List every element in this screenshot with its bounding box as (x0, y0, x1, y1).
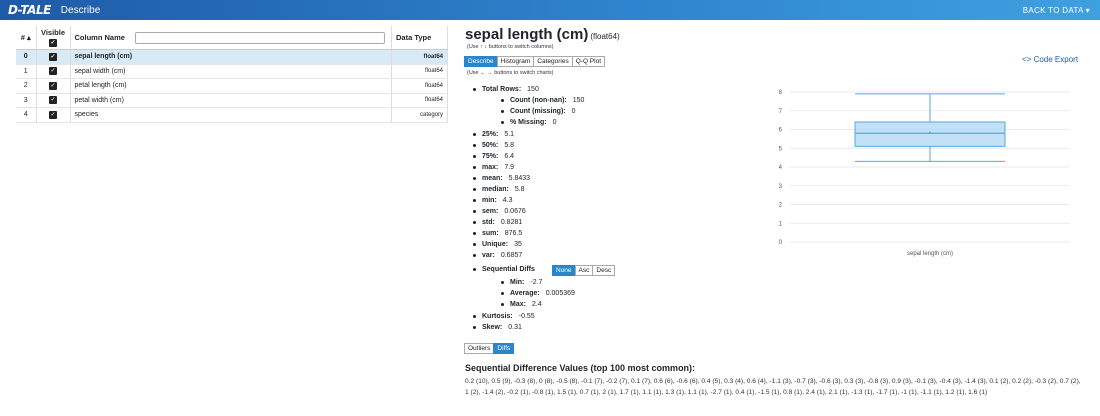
row-column-name: species (70, 107, 392, 123)
data-type-header: Data Type (391, 26, 448, 50)
row-data-type: category (391, 107, 448, 123)
column-name-filter-input[interactable] (134, 31, 385, 44)
mean-marker (929, 131, 931, 134)
switch-charts-hint: (Use ← → buttons to switch charts) (467, 70, 554, 76)
y-tick-label: 4 (779, 165, 783, 171)
y-tick-label: 2 (779, 203, 783, 209)
dtale-logo: D-TALE (8, 3, 51, 17)
stat-pct-missing: % Missing: 0 (501, 119, 556, 126)
code-export-button[interactable]: <> Code Export (1022, 55, 1078, 64)
x-category-label: sepal length (cm) (907, 251, 953, 257)
table-row[interactable]: 3 ✓ petal width (cm) float64 (16, 93, 448, 108)
visible-header: Visible ✓ (36, 26, 71, 50)
tab-describe[interactable]: Describe (464, 56, 498, 67)
row-index: 3 (16, 93, 37, 108)
visible-checkbox[interactable]: ✓ (49, 67, 57, 76)
sort-none-button[interactable]: None (552, 265, 576, 276)
stat-sem: sem: 0.0676 (473, 208, 526, 215)
visible-header-label: Visible (40, 28, 66, 37)
stat-var: var: 0.6857 (473, 252, 522, 259)
stat-median: median: 5.8 (473, 186, 525, 193)
row-data-type: float64 (391, 78, 448, 94)
visible-checkbox[interactable]: ✓ (49, 52, 57, 61)
box-plot-series (854, 93, 1006, 162)
visible-checkbox[interactable]: ✓ (49, 96, 57, 105)
visible-checkbox[interactable]: ✓ (49, 81, 57, 90)
tab-qq-plot[interactable]: Q-Q Plot (571, 56, 606, 67)
stat-seq-min: Min: -2.7 (501, 279, 542, 286)
stat-seq-max: Max: 2.4 (501, 301, 542, 308)
stat-unique: Unique: 35 (473, 241, 522, 248)
stat-p75: 75%: 6.4 (473, 153, 514, 160)
tab-diffs[interactable]: Diffs (493, 343, 515, 354)
app-header: D-TALE Describe BACK TO DATA ▾ (0, 0, 1100, 20)
stat-count-nonnan: Count (non-nan): 150 (501, 97, 584, 104)
row-data-type: float64 (391, 64, 448, 79)
table-row[interactable]: 2 ✓ petal length (cm) float64 (16, 78, 448, 94)
table-row[interactable]: 0 ✓ sepal length (cm) float64 (16, 49, 448, 65)
row-column-name: sepal width (cm) (70, 64, 392, 79)
row-index: 4 (16, 107, 37, 123)
y-tick-label: 8 (779, 90, 783, 96)
stat-min: min: 4.3 (473, 197, 513, 204)
stat-p25: 25%: 5.1 (473, 131, 514, 138)
seq-diff-values: 0.2 (10), 0.5 (9), -0.3 (8), 0 (8), -0.5… (465, 378, 1081, 396)
columns-table: # ▴ Visible ✓ Column Name Data Type 0 ✓ … (16, 26, 448, 123)
index-header[interactable]: # ▴ (16, 26, 37, 50)
visible-checkbox[interactable]: ✓ (49, 110, 57, 119)
seq-diff-sort-buttons: None Asc Desc (552, 265, 616, 276)
column-title-text: sepal length (cm) (465, 26, 589, 43)
stat-skew: Skew: 0.31 (473, 324, 522, 331)
visible-all-checkbox[interactable]: ✓ (49, 39, 57, 47)
y-tick-label: 6 (779, 128, 783, 134)
iqr-box (854, 121, 1006, 147)
stat-mean: mean: 5.8433 (473, 175, 530, 182)
column-dtype: (float64) (590, 32, 620, 41)
stat-count-missing: Count (missing): 0 (501, 108, 576, 115)
tab-histogram[interactable]: Histogram (496, 56, 535, 67)
y-tick-label: 5 (779, 146, 783, 152)
tab-categories[interactable]: Categories (533, 56, 573, 67)
sort-asc-button[interactable]: Asc (574, 265, 594, 276)
tab-outliers[interactable]: Outliers (464, 343, 495, 354)
row-column-name: petal width (cm) (70, 93, 392, 108)
stat-max: max: 7.9 (473, 164, 514, 171)
row-index: 2 (16, 78, 37, 94)
row-data-type: float64 (391, 93, 448, 108)
chart-tabs: Describe Histogram Categories Q-Q Plot (464, 56, 606, 67)
row-column-name: petal length (cm) (70, 78, 392, 94)
bottom-tabs: Outliers Diffs (464, 343, 515, 354)
stat-total-rows: Total Rows: 150 (473, 86, 539, 93)
table-row[interactable]: 1 ✓ sepal width (cm) float64 (16, 64, 448, 79)
seq-diff-title: Sequential Difference Values (top 100 mo… (465, 363, 696, 373)
row-index: 0 (16, 49, 37, 65)
stat-seq-avg: Average: 0.005369 (501, 290, 575, 297)
y-tick-label: 0 (779, 240, 783, 246)
stat-seq-diffs: Sequential Diffs (473, 266, 535, 273)
y-tick-label: 7 (779, 109, 783, 115)
stat-p50: 50%: 5.8 (473, 142, 514, 149)
stat-sum: sum: 876.5 (473, 230, 522, 237)
stat-kurtosis: Kurtosis: -0.55 (473, 313, 535, 320)
page-title: Describe (60, 4, 101, 16)
stat-std: std: 0.8281 (473, 219, 522, 226)
row-data-type: float64 (391, 49, 448, 65)
column-name-header: Column Name (70, 26, 392, 50)
sort-desc-button[interactable]: Desc (592, 265, 616, 276)
back-to-data-button[interactable]: BACK TO DATA ▾ (1023, 6, 1090, 15)
column-name-header-label: Column Name (74, 33, 125, 42)
table-row[interactable]: 4 ✓ species category (16, 107, 448, 123)
box-plot-chart: 0 1 2 3 4 5 6 7 8 sepal length (cm) (779, 90, 1070, 257)
y-tick-label: 1 (779, 221, 783, 227)
row-column-name: sepal length (cm) (70, 49, 392, 65)
row-index: 1 (16, 64, 37, 79)
column-title: sepal length (cm) (float64) (465, 26, 620, 43)
switch-columns-hint: (Use ↑ ↓ buttons to switch columns) (467, 44, 554, 50)
table-header-row: # ▴ Visible ✓ Column Name Data Type (16, 26, 448, 50)
y-tick-label: 3 (779, 184, 783, 190)
y-axis-ticks: 0 1 2 3 4 5 6 7 8 (779, 90, 783, 246)
